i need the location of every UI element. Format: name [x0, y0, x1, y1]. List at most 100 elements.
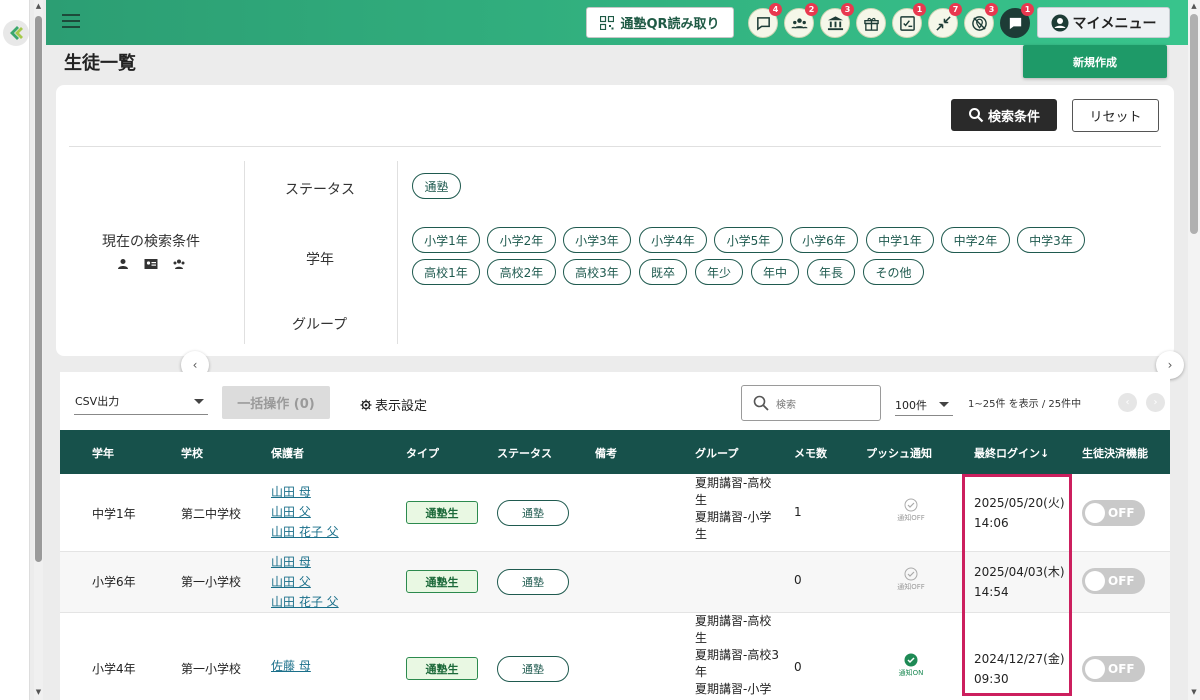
grade-chip[interactable]: 小学5年 — [714, 227, 783, 253]
grade-chip[interactable]: 小学3年 — [563, 227, 631, 253]
table-header: 学年 学校 保護者 タイプ ステータス 備考 グループ メモ数 プッシュ通知 最… — [60, 430, 1170, 474]
search-conditions-button[interactable]: 検索条件 — [951, 99, 1057, 131]
check-circle-icon — [904, 567, 918, 581]
grade-chip[interactable]: その他 — [863, 259, 924, 285]
group-row-label: グループ — [292, 317, 348, 333]
grade-chip[interactable]: 中学2年 — [941, 227, 1010, 253]
checklist-button[interactable]: 1 — [892, 3, 926, 38]
push-status: 通知OFF — [891, 498, 931, 523]
column-header-status[interactable]: ステータス — [497, 445, 552, 461]
display-settings-button[interactable]: 表示設定 — [360, 395, 427, 414]
guardian-link[interactable]: 山田 花子 父 — [271, 522, 339, 542]
column-header-grade[interactable]: 学年 — [92, 445, 114, 461]
status-chip[interactable]: 通塾 — [412, 173, 461, 199]
bank-button[interactable]: 3 — [820, 3, 854, 38]
qr-scan-button[interactable]: 通塾QR読み取り — [586, 7, 734, 38]
toggle-label: OFF — [1108, 662, 1135, 676]
guardian-link[interactable]: 山田 父 — [271, 572, 339, 592]
guardian-cell: 佐藤 母 — [271, 656, 311, 676]
hamburger-menu-icon[interactable] — [62, 14, 80, 28]
grade-chip[interactable]: 高校1年 — [412, 259, 480, 285]
scrollbar-thumb[interactable] — [1190, 14, 1198, 234]
guardian-cell: 山田 母 山田 父 山田 花子 父 — [271, 552, 339, 612]
scrollbar-thumb[interactable] — [35, 16, 42, 562]
column-header-school[interactable]: 学校 — [181, 445, 203, 461]
gift-icon — [863, 17, 879, 31]
scroll-down-icon[interactable]: ▼ — [1188, 688, 1200, 696]
payment-toggle[interactable]: OFF — [1082, 500, 1145, 526]
csv-export-select[interactable]: CSV出力 — [74, 387, 208, 415]
chat-icon — [756, 16, 770, 31]
my-menu-button[interactable]: マイメニュー — [1037, 7, 1170, 38]
notification-badge: 3 — [841, 3, 854, 16]
column-header-guardian[interactable]: 保護者 — [271, 445, 304, 461]
scroll-down-icon[interactable]: ▼ — [34, 688, 43, 696]
grade-chip[interactable]: 高校2年 — [487, 259, 556, 285]
column-header-type[interactable]: タイプ — [406, 445, 439, 461]
column-header-last-login[interactable]: 最終ログイン↓ — [974, 445, 1049, 461]
school-cell: 第一小学校 — [181, 662, 242, 676]
grade-chip[interactable]: 既卒 — [639, 259, 687, 285]
column-header-push[interactable]: プッシュ通知 — [866, 445, 932, 461]
search-input[interactable]: 検索 — [741, 385, 881, 421]
column-header-payment[interactable]: 生徒決済機能 — [1082, 445, 1148, 461]
status-row-label: ステータス — [285, 182, 355, 198]
caret-down-icon — [194, 399, 204, 404]
display-settings-label: 表示設定 — [375, 399, 428, 414]
group-icon — [790, 17, 808, 28]
notification-badge: 1 — [913, 3, 926, 16]
grade-chip[interactable]: 年中 — [751, 259, 799, 285]
toggle-label: OFF — [1108, 506, 1135, 520]
message-button[interactable]: 1 — [1000, 3, 1034, 38]
column-header-memo[interactable]: メモ数 — [794, 445, 827, 461]
create-new-button[interactable]: 新規作成 — [1023, 45, 1167, 78]
grade-row-label: 学年 — [306, 252, 334, 268]
memo-count-cell: 0 — [794, 573, 802, 587]
search-placeholder: 検索 — [776, 399, 796, 411]
grade-chip[interactable]: 小学2年 — [487, 227, 556, 253]
group-button[interactable]: 2 — [784, 3, 818, 38]
checklist-icon — [899, 15, 915, 31]
grade-chip[interactable]: 中学3年 — [1017, 227, 1085, 253]
collapse-arrows-button[interactable]: 7 — [928, 3, 962, 38]
grade-chip[interactable]: 小学4年 — [639, 227, 707, 253]
guardian-link[interactable]: 山田 母 — [271, 552, 339, 572]
message-icon — [1009, 17, 1021, 29]
scroll-up-icon[interactable]: ▲ — [34, 2, 43, 10]
grade-chip[interactable]: 高校3年 — [563, 259, 631, 285]
payment-toggle[interactable]: OFF — [1082, 656, 1145, 682]
type-tag: 通塾生 — [406, 501, 478, 524]
column-header-note[interactable]: 備考 — [595, 445, 617, 461]
grade-chip[interactable]: 小学1年 — [412, 227, 480, 253]
payment-toggle[interactable]: OFF — [1082, 568, 1145, 594]
next-page-button[interactable]: › — [1146, 393, 1165, 412]
chevron-right-icon: › — [1153, 397, 1158, 408]
left-scrollbar[interactable]: ▲ ▼ — [34, 0, 43, 700]
left-sidebar — [0, 0, 30, 700]
guardian-link[interactable]: 山田 花子 父 — [271, 592, 339, 612]
grade-chip[interactable]: 中学1年 — [866, 227, 934, 253]
chat-button[interactable]: 4 — [748, 3, 782, 38]
page-scrollbar[interactable]: ▲ ▼ — [1188, 0, 1200, 700]
status-tag: 通塾 — [497, 569, 569, 595]
column-header-group[interactable]: グループ — [695, 445, 738, 461]
push-status-label: 通知ON — [898, 669, 924, 677]
csv-export-label: CSV出力 — [75, 395, 120, 408]
guardian-link[interactable]: 山田 母 — [271, 482, 339, 502]
location-off-button[interactable]: 3 — [964, 3, 998, 38]
person-icon — [118, 259, 128, 269]
grade-chip[interactable]: 年少 — [695, 259, 743, 285]
push-status-label: 通知OFF — [897, 583, 925, 591]
bulk-action-button[interactable]: 一括操作 (0) — [222, 386, 330, 419]
guardian-link[interactable]: 山田 父 — [271, 502, 339, 522]
guardian-link[interactable]: 佐藤 母 — [271, 656, 311, 676]
app-logo[interactable] — [3, 20, 29, 46]
grade-chip[interactable]: 年長 — [807, 259, 855, 285]
grade-chip[interactable]: 小学6年 — [790, 227, 858, 253]
reset-button[interactable]: リセット — [1072, 99, 1159, 132]
scroll-up-icon[interactable]: ▲ — [1188, 2, 1200, 10]
gift-button[interactable] — [856, 8, 886, 38]
prev-page-button[interactable]: ‹ — [1118, 393, 1137, 412]
notification-badge: 1 — [1021, 3, 1034, 16]
per-page-select[interactable]: 100件 — [895, 390, 953, 416]
